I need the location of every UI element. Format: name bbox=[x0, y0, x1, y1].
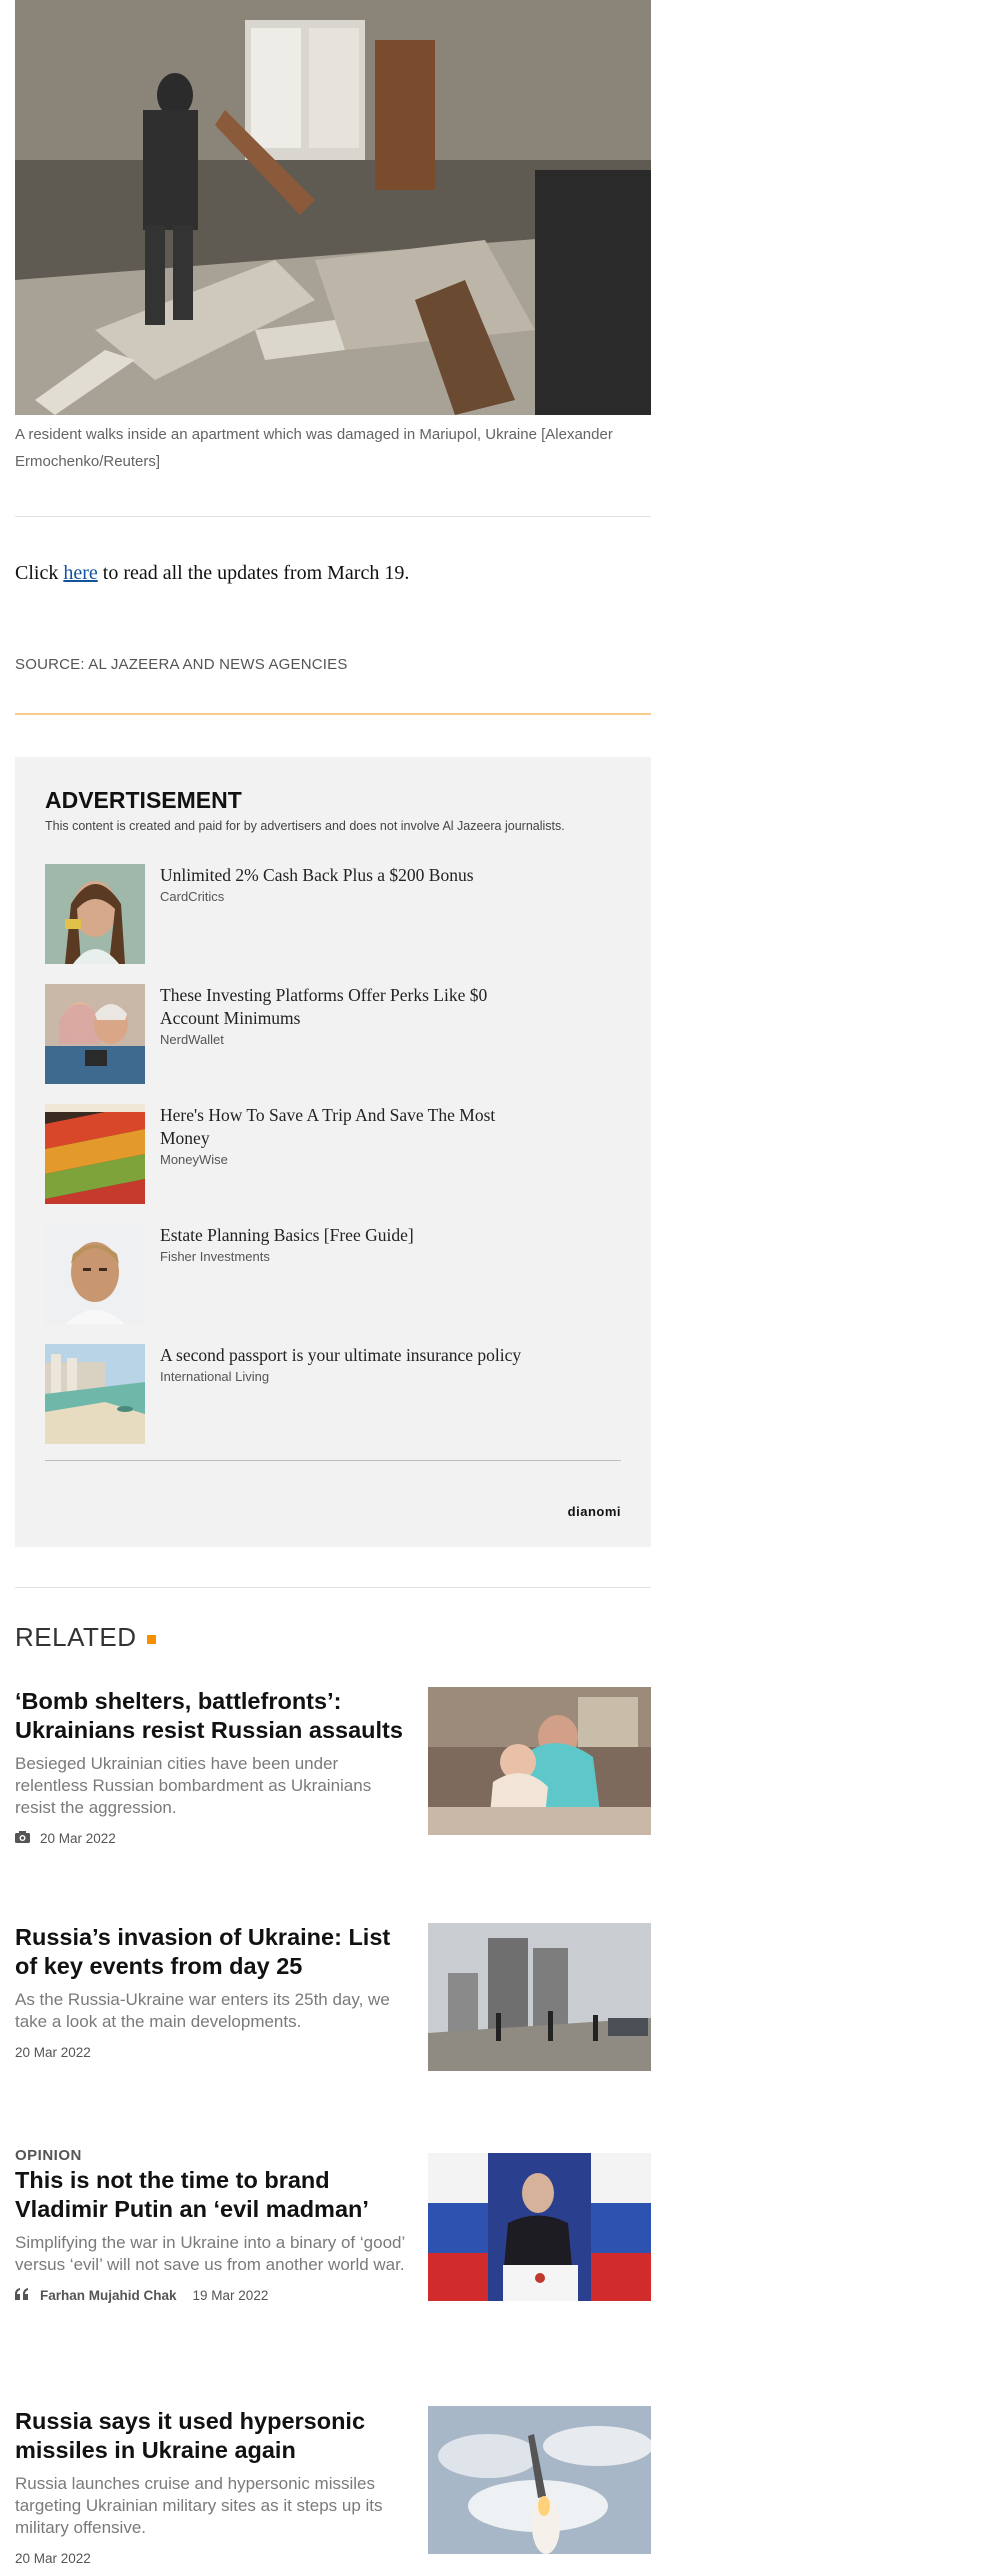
advertisement-box: ADVERTISEMENT This content is created an… bbox=[15, 757, 651, 1547]
accent-square-icon bbox=[146, 1635, 156, 1644]
ad-thumbnail[interactable] bbox=[45, 864, 145, 964]
ad-item[interactable]: Here's How To Save A Trip And Save The M… bbox=[45, 1104, 605, 1204]
updates-prefix: Click bbox=[15, 562, 64, 584]
advertisement-title: ADVERTISEMENT bbox=[45, 787, 242, 813]
related-article-title[interactable]: Russia says it used hypersonic missiles … bbox=[15, 2407, 405, 2465]
ad-source: Fisher Investments bbox=[160, 1249, 270, 1264]
advertisement-disclaimer: This content is created and paid for by … bbox=[45, 819, 565, 833]
ad-headline[interactable]: Unlimited 2% Cash Back Plus a $200 Bonus bbox=[160, 864, 530, 887]
related-article-image[interactable] bbox=[428, 2153, 651, 2301]
related-article[interactable]: OPINION This is not the time to brand Vl… bbox=[15, 2147, 651, 2303]
ad-item[interactable]: Estate Planning Basics [Free Guide] Fish… bbox=[45, 1224, 605, 1324]
ad-item[interactable]: These Investing Platforms Offer Perks Li… bbox=[45, 984, 605, 1084]
related-article-date: 19 Mar 2022 bbox=[192, 2288, 269, 2303]
related-article[interactable]: Russia’s invasion of Ukraine: List of ke… bbox=[15, 1923, 651, 2071]
related-article-excerpt: Russia launches cruise and hypersonic mi… bbox=[15, 2474, 383, 2537]
related-article-date: 20 Mar 2022 bbox=[40, 1831, 116, 1846]
ad-thumbnail[interactable] bbox=[45, 984, 145, 1084]
ad-item[interactable]: A second passport is your ultimate insur… bbox=[45, 1344, 605, 1444]
related-article-excerpt: Besieged Ukrainian cities have been unde… bbox=[15, 1754, 372, 1817]
ad-headline[interactable]: Estate Planning Basics [Free Guide] bbox=[160, 1224, 530, 1247]
ad-source: CardCritics bbox=[160, 889, 225, 904]
quote-icon bbox=[15, 2288, 30, 2303]
updates-paragraph: Click here to read all the updates from … bbox=[15, 559, 409, 587]
related-article[interactable]: Russia says it used hypersonic missiles … bbox=[15, 2406, 651, 2566]
related-article-excerpt: As the Russia-Ukraine war enters its 25t… bbox=[15, 1990, 390, 2031]
ad-headline[interactable]: Here's How To Save A Trip And Save The M… bbox=[160, 1104, 530, 1150]
ad-headline[interactable]: A second passport is your ultimate insur… bbox=[160, 1344, 530, 1367]
hero-image bbox=[15, 0, 651, 415]
related-article-date: 20 Mar 2022 bbox=[15, 2045, 91, 2060]
ad-headline[interactable]: These Investing Platforms Offer Perks Li… bbox=[160, 984, 530, 1030]
related-heading: RELATED bbox=[15, 1622, 156, 1653]
related-article-title[interactable]: ‘Bomb shelters, battlefronts’: Ukrainian… bbox=[15, 1687, 405, 1745]
related-article-image[interactable] bbox=[428, 1687, 651, 1835]
ad-thumbnail[interactable] bbox=[45, 1224, 145, 1324]
related-heading-text: RELATED bbox=[15, 1622, 137, 1652]
image-caption: A resident walks inside an apartment whi… bbox=[15, 426, 613, 470]
ad-thumbnail[interactable] bbox=[45, 1104, 145, 1204]
related-article-date: 20 Mar 2022 bbox=[15, 2551, 91, 2566]
ad-source: NerdWallet bbox=[160, 1032, 224, 1047]
updates-link[interactable]: here bbox=[63, 562, 97, 584]
ad-thumbnail[interactable] bbox=[45, 1344, 145, 1444]
divider-orange bbox=[15, 713, 651, 715]
related-article-image[interactable] bbox=[428, 1923, 651, 2071]
camera-icon bbox=[15, 1831, 30, 1846]
related-article-image[interactable] bbox=[428, 2406, 651, 2554]
ad-item[interactable]: Unlimited 2% Cash Back Plus a $200 Bonus… bbox=[45, 864, 605, 964]
divider bbox=[15, 516, 651, 517]
updates-suffix: to read all the updates from March 19. bbox=[97, 562, 410, 584]
divider bbox=[15, 1587, 651, 1588]
related-article[interactable]: ‘Bomb shelters, battlefronts’: Ukrainian… bbox=[15, 1687, 651, 1846]
article-source: SOURCE: AL JAZEERA AND NEWS AGENCIES bbox=[15, 656, 348, 673]
related-article-excerpt: Simplifying the war in Ukraine into a bi… bbox=[15, 2233, 405, 2274]
related-article-title[interactable]: Russia’s invasion of Ukraine: List of ke… bbox=[15, 1923, 405, 1981]
ad-source: International Living bbox=[160, 1369, 270, 1384]
ad-source: MoneyWise bbox=[160, 1152, 228, 1167]
ad-divider bbox=[45, 1460, 621, 1461]
related-article-title[interactable]: This is not the time to brand Vladimir P… bbox=[15, 2166, 405, 2224]
related-article-author[interactable]: Farhan Mujahid Chak bbox=[40, 2288, 177, 2303]
dianomi-logo[interactable]: dianomi bbox=[568, 1504, 621, 1519]
